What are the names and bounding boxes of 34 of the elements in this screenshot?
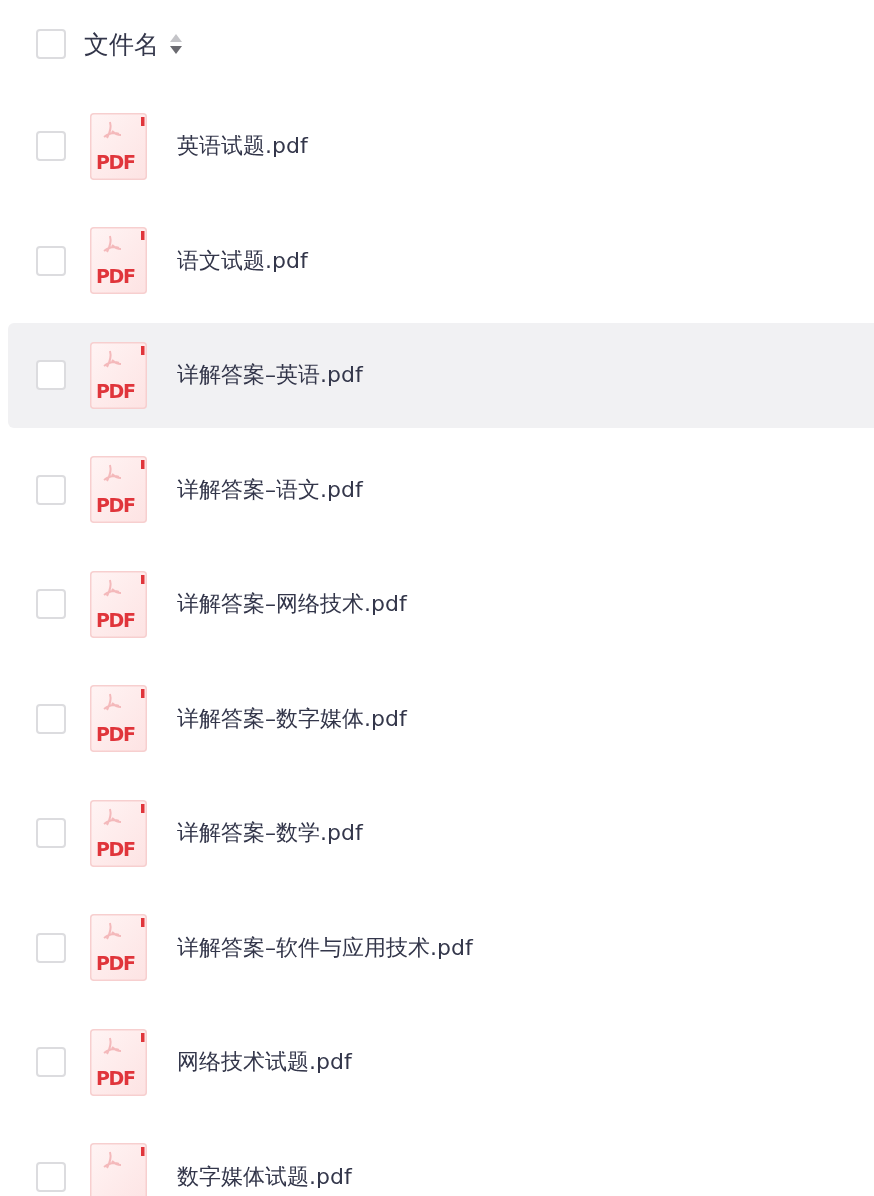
- row-checkbox[interactable]: [36, 932, 66, 963]
- file-name[interactable]: 详解答案–网络技术.pdf: [177, 589, 407, 620]
- file-row[interactable]: PDF 详解答案–英语.pdf: [8, 323, 874, 428]
- column-header[interactable]: 文件名: [84, 27, 159, 61]
- pdf-file-icon: PDF: [90, 341, 147, 409]
- file-name[interactable]: 详解答案–数学.pdf: [177, 818, 363, 849]
- row-checkbox[interactable]: [36, 131, 66, 162]
- row-checkbox[interactable]: [36, 703, 66, 734]
- file-name[interactable]: 网络技术试题.pdf: [177, 1047, 352, 1078]
- file-name[interactable]: 数字媒体试题.pdf: [177, 1161, 352, 1192]
- file-name[interactable]: 语文试题.pdf: [177, 245, 308, 276]
- row-checkbox[interactable]: [36, 1047, 66, 1078]
- row-checkbox[interactable]: [36, 474, 66, 505]
- file-name[interactable]: 详解答案–语文.pdf: [177, 474, 363, 505]
- pdf-file-icon: PDF: [90, 570, 147, 638]
- pdf-file-icon: [90, 1143, 147, 1196]
- pdf-file-icon: PDF: [90, 1028, 147, 1096]
- row-checkbox[interactable]: [36, 245, 66, 276]
- file-name[interactable]: 详解答案–英语.pdf: [177, 360, 363, 391]
- pdf-file-icon: PDF: [90, 685, 147, 753]
- row-checkbox[interactable]: [36, 818, 66, 849]
- file-name[interactable]: 详解答案–数字媒体.pdf: [177, 703, 407, 734]
- pdf-file-icon: PDF: [90, 456, 147, 524]
- file-name[interactable]: 英语试题.pdf: [177, 131, 308, 162]
- pdf-file-icon: PDF: [90, 914, 147, 982]
- row-checkbox[interactable]: [36, 589, 66, 620]
- row-checkbox[interactable]: [36, 360, 66, 391]
- pdf-file-icon: PDF: [90, 227, 147, 295]
- row-checkbox[interactable]: [36, 1161, 66, 1192]
- pdf-file-icon: PDF: [90, 799, 147, 867]
- file-name[interactable]: 详解答案–软件与应用技术.pdf: [177, 932, 473, 963]
- sort-icon[interactable]: [169, 33, 183, 55]
- select-all-checkbox[interactable]: [36, 29, 66, 59]
- pdf-file-icon: PDF: [90, 112, 147, 180]
